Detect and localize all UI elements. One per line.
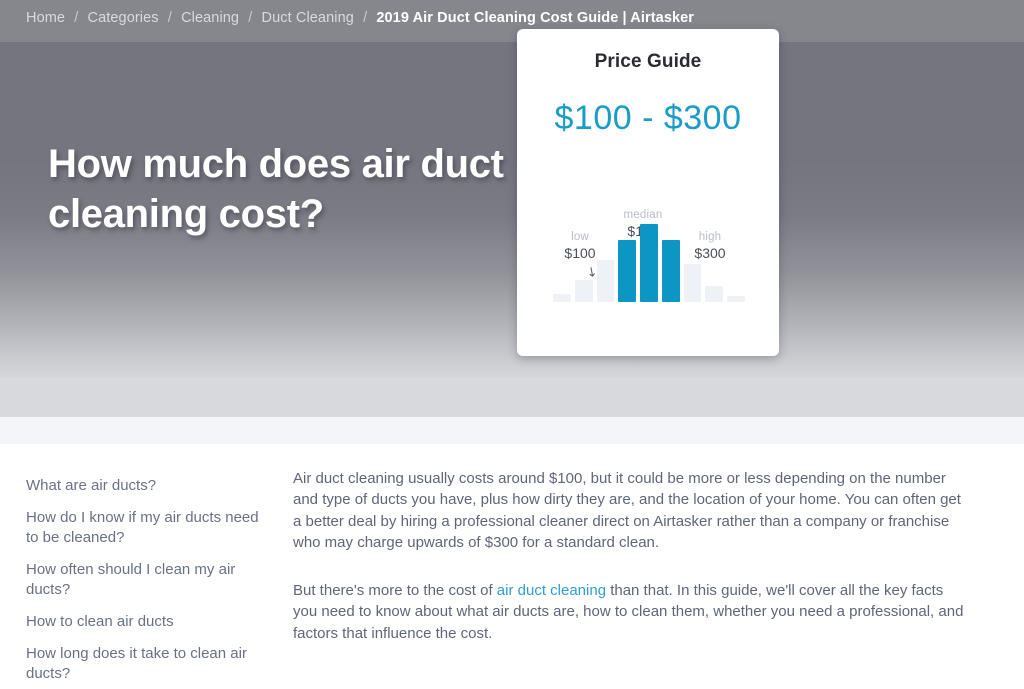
sidebar-item-5[interactable]: How long does it take to clean air ducts…: [26, 644, 271, 684]
price-range-value: $100 - $300: [554, 99, 742, 137]
breadcrumb-item-categories[interactable]: Categories: [88, 10, 159, 26]
breadcrumb-separator: /: [167, 10, 172, 26]
breadcrumb-item-duct-cleaning[interactable]: Duct Cleaning: [262, 10, 354, 26]
article-body: Air duct cleaning usually costs around $…: [293, 468, 971, 670]
histogram-bar: [705, 286, 724, 302]
page-title: How much does air duct cleaning cost?: [48, 142, 504, 236]
breadcrumb: Home / Categories / Cleaning / Duct Clea…: [26, 10, 694, 26]
sidebar-item-4[interactable]: How to clean air ducts: [26, 612, 271, 632]
link-air-duct-cleaning[interactable]: air duct cleaning: [497, 582, 606, 599]
sidebar-item-3[interactable]: How often should I clean my air ducts?: [26, 560, 271, 600]
article-paragraph-2: But there's more to the cost of air duct…: [293, 580, 971, 644]
histogram-bar: [618, 240, 637, 302]
breadcrumb-item-home[interactable]: Home: [26, 10, 65, 26]
page-root: Home / Categories / Cleaning / Duct Clea…: [0, 0, 1024, 689]
breadcrumb-item-cleaning[interactable]: Cleaning: [181, 10, 239, 26]
content-top-band: [0, 417, 1024, 444]
article-toc-sidebar: What are air ducts? How do I know if my a…: [26, 476, 271, 689]
price-guide-title: Price Guide: [594, 51, 702, 72]
sidebar-item-2[interactable]: How do I know if my air ducts need to be…: [26, 508, 271, 548]
breadcrumb-separator: /: [363, 10, 368, 26]
histogram-bar: [640, 224, 658, 302]
histogram-bar: [596, 260, 615, 302]
price-distribution-chart: low $100 ↘ median $150 ↓ high $300 ↙: [517, 152, 779, 327]
histogram-bar: [683, 264, 702, 302]
histogram-bar: [727, 296, 746, 302]
histogram-bars: [553, 202, 746, 302]
histogram-bar: [661, 240, 680, 302]
hero-bottom-band: [0, 377, 1024, 417]
sidebar-item-1[interactable]: What are air ducts?: [26, 476, 271, 496]
breadcrumb-separator: /: [248, 10, 253, 26]
article-paragraph-1: Air duct cleaning usually costs around $…: [293, 470, 961, 552]
paragraph-2-text-before: But there's more to the cost of: [293, 581, 497, 599]
breadcrumb-current-page: 2019 Air Duct Cleaning Cost Guide | Airt…: [376, 10, 695, 26]
histogram-bar: [574, 280, 593, 302]
price-guide-card: Price Guide $100 - $300 low $100 ↘ media…: [517, 29, 779, 356]
histogram-bar: [553, 294, 571, 302]
breadcrumb-separator: /: [74, 10, 79, 26]
